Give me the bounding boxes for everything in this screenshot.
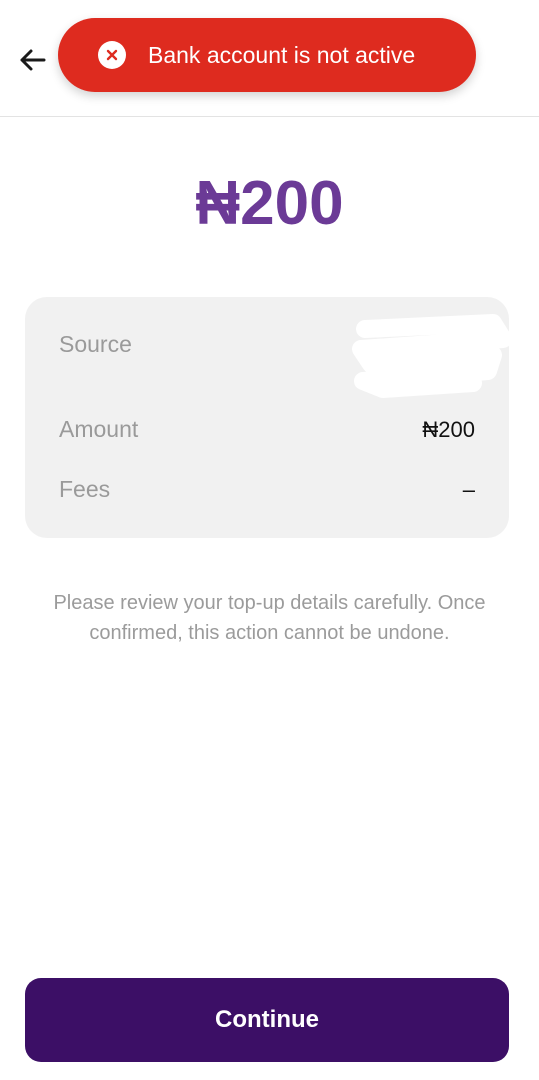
redacted-source-value	[343, 309, 513, 399]
toast-message: Bank account is not active	[148, 41, 416, 68]
error-toast: Bank account is not active	[58, 18, 476, 92]
review-disclaimer: Please review your top-up details carefu…	[53, 592, 486, 644]
amount-label: Amount	[59, 416, 139, 442]
continue-button[interactable]: Continue	[25, 978, 509, 1062]
details-card: Source Amount ₦200 Fees –	[25, 297, 512, 538]
fees-value: –	[462, 477, 475, 502]
source-label: Source	[59, 331, 132, 357]
topup-amount: ₦200	[195, 169, 344, 238]
amount-value: ₦200	[422, 417, 475, 442]
fees-label: Fees	[59, 476, 111, 502]
arrow-left-icon	[18, 48, 46, 77]
close-circle-icon	[98, 41, 126, 69]
back-button[interactable]	[12, 42, 52, 82]
